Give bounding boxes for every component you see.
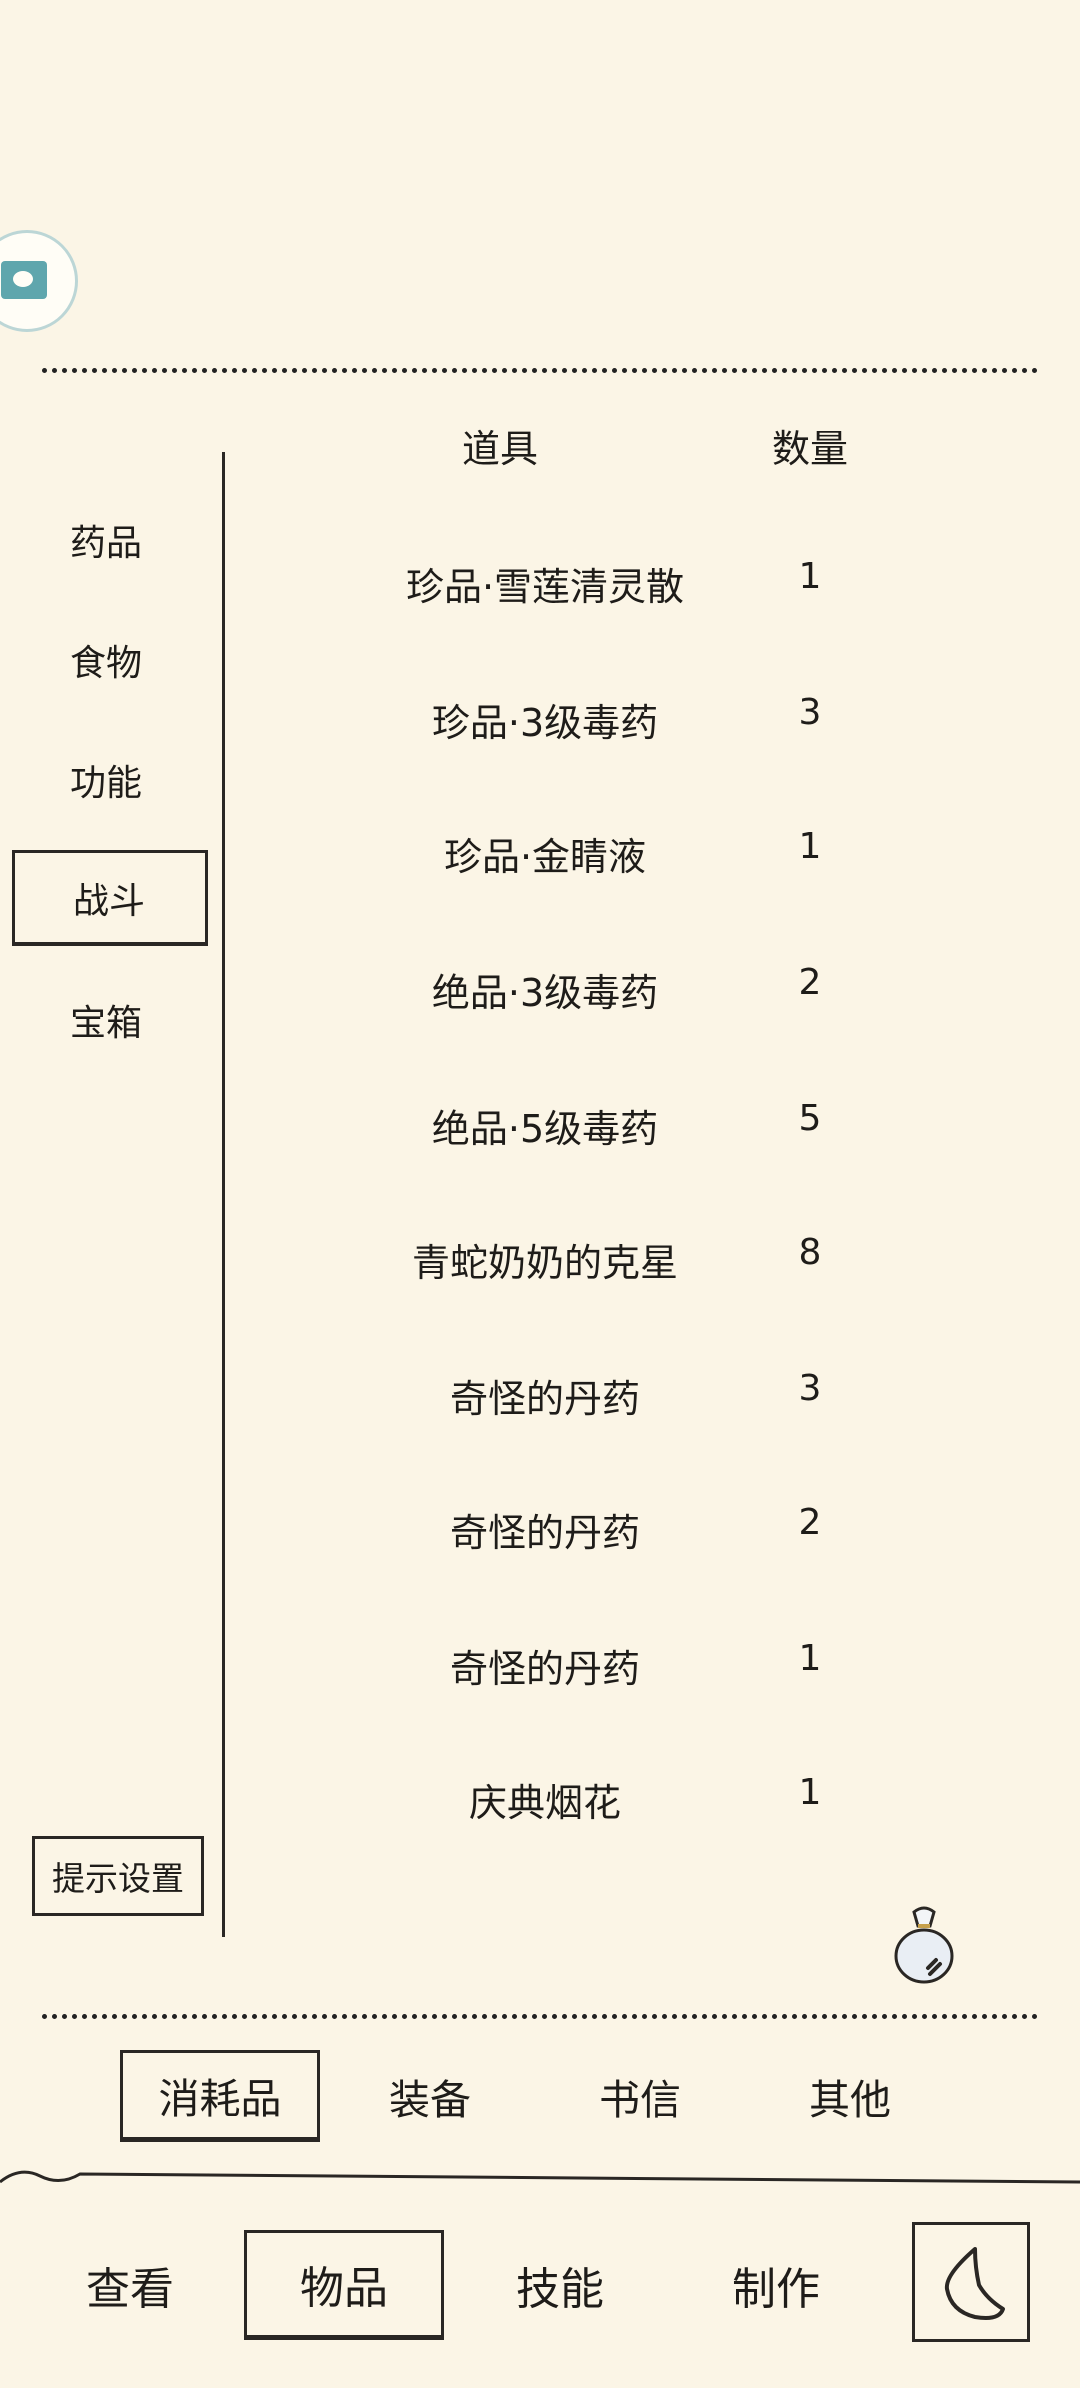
table-row-item[interactable]: 青蛇奶奶的克星 (260, 1232, 830, 1287)
table-row-item[interactable]: 奇怪的丹药 (260, 1638, 830, 1693)
table-row-item[interactable]: 庆典烟花 (260, 1772, 830, 1827)
nav-craft[interactable]: 制作 (676, 2230, 876, 2340)
sidebar-item-label: 宝箱 (70, 1003, 143, 1044)
tab-label: 其他 (809, 2076, 891, 2124)
tab-label: 书信 (599, 2076, 681, 2124)
table-row-qty: 2 (798, 962, 822, 1003)
table-row-item[interactable]: 绝品·5级毒药 (260, 1098, 830, 1153)
home-badge-icon[interactable] (0, 230, 78, 332)
nav-label: 查看 (86, 2264, 174, 2315)
wavy-divider (0, 2170, 1080, 2184)
table-row-item[interactable]: 珍品·3级毒药 (260, 692, 830, 747)
table-row-qty: 5 (798, 1098, 822, 1139)
table-row-qty: 1 (798, 1638, 822, 1679)
table-row-qty: 1 (798, 1772, 822, 1813)
table-row-item[interactable]: 奇怪的丹药 (260, 1368, 830, 1423)
sidebar-item-battle[interactable]: 战斗 (12, 850, 208, 946)
tab-letters[interactable]: 书信 (540, 2050, 740, 2142)
nav-label: 物品 (300, 2263, 388, 2314)
nav-items[interactable]: 物品 (244, 2230, 444, 2340)
table-row-qty: 1 (798, 826, 822, 867)
sidebar-item-medicine[interactable]: 药品 (12, 492, 208, 588)
column-header-qty: 数量 (771, 427, 848, 471)
table-row-qty: 8 (798, 1232, 822, 1273)
table-row-item[interactable]: 绝品·3级毒药 (260, 962, 830, 1017)
table-row-qty: 2 (798, 1502, 822, 1543)
home-badge-glyph (1, 261, 47, 299)
tab-label: 装备 (389, 2076, 471, 2124)
sidebar-item-label: 战斗 (73, 880, 146, 922)
table-row-item[interactable]: 珍品·雪莲清灵散 (260, 556, 830, 611)
nav-label: 技能 (516, 2264, 604, 2315)
top-divider (42, 368, 1038, 373)
sidebar-item-function[interactable]: 功能 (12, 732, 208, 828)
tab-label: 消耗品 (158, 2075, 282, 2123)
back-icon (944, 2247, 1005, 2320)
sidebar-item-label: 药品 (70, 523, 143, 564)
table-row-qty: 3 (798, 692, 822, 733)
hint-settings-button[interactable]: 提示设置 (32, 1836, 204, 1916)
bag-icon[interactable] (884, 1902, 964, 1992)
sidebar-item-label: 功能 (70, 763, 143, 804)
sidebar-divider (222, 452, 225, 1937)
bottom-divider (42, 2014, 1038, 2019)
back-button[interactable] (912, 2222, 1030, 2342)
sidebar-item-label: 食物 (70, 643, 143, 684)
table-row-qty: 1 (798, 556, 822, 597)
column-header-item: 道具 (461, 427, 538, 471)
nav-label: 制作 (732, 2264, 820, 2315)
nav-skills[interactable]: 技能 (460, 2230, 660, 2340)
table-row-qty: 3 (798, 1368, 822, 1409)
tab-equipment[interactable]: 装备 (330, 2050, 530, 2142)
table-row-item[interactable]: 奇怪的丹药 (260, 1502, 830, 1557)
sidebar-item-food[interactable]: 食物 (12, 612, 208, 708)
tab-other[interactable]: 其他 (750, 2050, 950, 2142)
nav-view[interactable]: 查看 (30, 2230, 230, 2340)
hint-settings-label: 提示设置 (52, 1859, 184, 1898)
sidebar-item-chest[interactable]: 宝箱 (12, 972, 208, 1068)
tab-consumables[interactable]: 消耗品 (120, 2050, 320, 2142)
table-row-item[interactable]: 珍品·金睛液 (260, 826, 830, 881)
